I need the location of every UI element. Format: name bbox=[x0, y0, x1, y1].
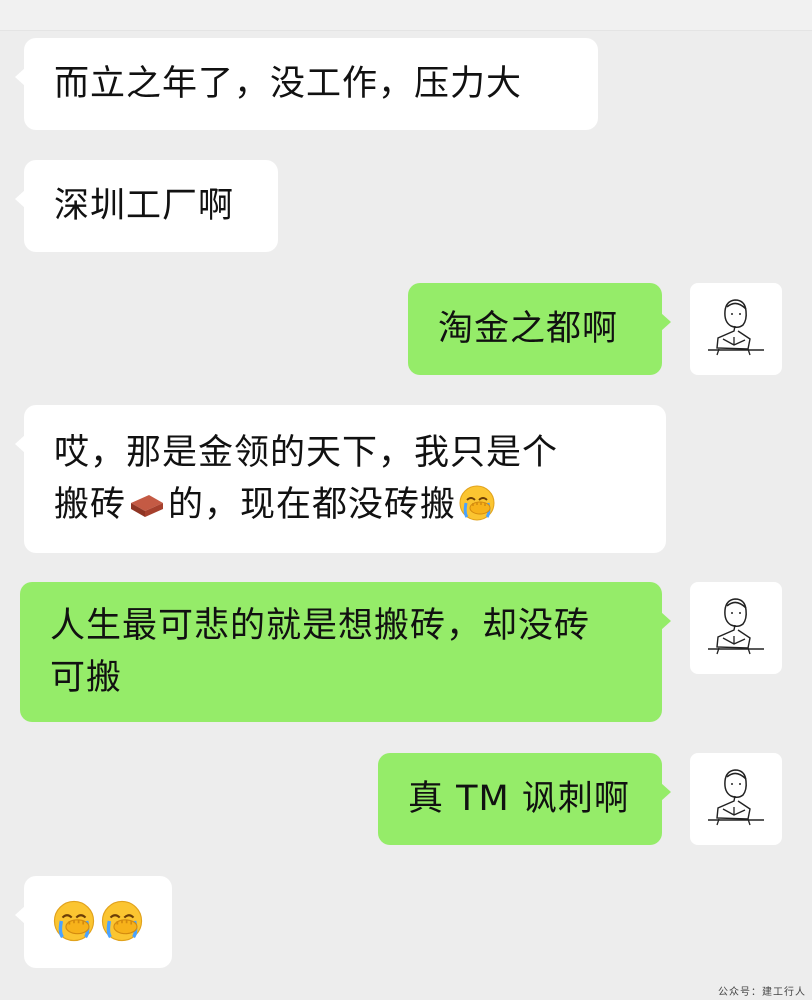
incoming-message[interactable]: 深圳工厂啊 bbox=[15, 160, 278, 252]
reading-girl-sketch-icon bbox=[690, 283, 782, 375]
message-text: 哎，那是金领的天下，我只是个 bbox=[54, 433, 559, 473]
chat-screen: 而立之年了，没工作，压力大 深圳工厂啊 淘金之都啊 哎，那是金领的天下，我只是个… bbox=[0, 0, 812, 1000]
avatar[interactable] bbox=[690, 283, 782, 375]
message-text: 人生最可悲的就是想搬砖，却没砖 bbox=[50, 606, 591, 646]
reading-girl-sketch-icon bbox=[690, 582, 782, 674]
reading-girl-sketch-icon bbox=[690, 753, 782, 845]
message-text: 搬砖 bbox=[54, 485, 127, 525]
avatar[interactable] bbox=[690, 753, 782, 845]
facepalm-emoji bbox=[51, 898, 97, 944]
incoming-message[interactable]: 而立之年了，没工作，压力大 bbox=[15, 38, 598, 130]
watermark: 公众号：建工行人 bbox=[718, 987, 806, 998]
top-strip bbox=[0, 0, 812, 31]
outgoing-message[interactable]: 真 TM 讽刺啊 bbox=[378, 753, 671, 845]
facepalm-emoji bbox=[99, 898, 145, 944]
facepalm-emoji bbox=[457, 483, 497, 523]
incoming-message[interactable] bbox=[15, 876, 172, 968]
message-text: 深圳工厂啊 bbox=[54, 186, 235, 226]
message-text: 而立之年了，没工作，压力大 bbox=[54, 64, 523, 104]
outgoing-message[interactable]: 淘金之都啊 bbox=[408, 283, 671, 375]
message-text: 真 TM 讽刺啊 bbox=[408, 779, 630, 819]
message-text-line: 搬砖 的，现在都没砖搬 bbox=[54, 479, 666, 531]
message-text: 可搬 bbox=[50, 658, 123, 698]
message-text: 的，现在都没砖搬 bbox=[168, 485, 457, 525]
incoming-message[interactable]: 哎，那是金领的天下，我只是个 搬砖 的，现在都没砖搬 bbox=[15, 405, 666, 553]
outgoing-message[interactable]: 人生最可悲的就是想搬砖，却没砖 可搬 bbox=[20, 582, 671, 722]
brick-emoji bbox=[127, 483, 167, 523]
avatar[interactable] bbox=[690, 582, 782, 674]
message-text: 淘金之都啊 bbox=[438, 309, 619, 349]
